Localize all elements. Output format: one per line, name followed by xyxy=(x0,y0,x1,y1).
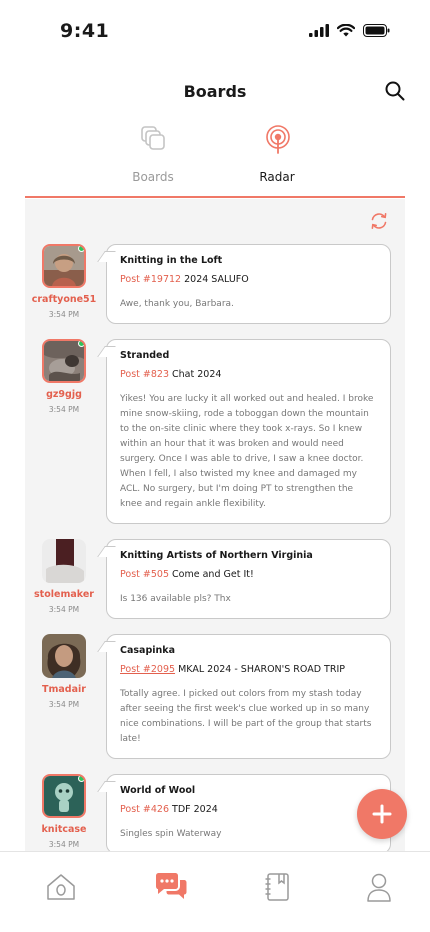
profile-icon xyxy=(367,873,391,902)
refresh-button[interactable] xyxy=(369,211,389,231)
timestamp: 3:54 PM xyxy=(48,405,80,414)
nav-messages[interactable] xyxy=(154,870,188,904)
avatar-photo xyxy=(44,246,84,286)
timestamp: 3:54 PM xyxy=(48,310,80,319)
avatar[interactable] xyxy=(42,339,86,383)
author[interactable]: knitcase 3:54 PM xyxy=(25,774,103,849)
tab-radar[interactable]: Radar xyxy=(217,120,337,194)
post-bubble[interactable]: World of Wool Post #426 TDF 2024 Singles… xyxy=(106,774,391,851)
username[interactable]: knitcase xyxy=(25,824,103,835)
username[interactable]: gz9gjg xyxy=(25,389,103,400)
status-icons xyxy=(309,24,390,37)
post-line: Post #426 TDF 2024 xyxy=(120,804,377,815)
avatar-photo xyxy=(44,341,84,381)
post-bubble[interactable]: Knitting Artists of Northern Virginia Po… xyxy=(106,539,391,619)
avatar[interactable] xyxy=(42,774,86,818)
online-indicator xyxy=(78,341,84,347)
post-title: 2024 SALUFO xyxy=(184,274,249,285)
author[interactable]: craftyone51 3:54 PM xyxy=(25,244,103,319)
nav-profile[interactable] xyxy=(362,870,396,904)
tab-boards[interactable]: Boards xyxy=(93,120,213,194)
online-indicator xyxy=(78,776,84,782)
board-name[interactable]: Stranded xyxy=(120,350,377,361)
post-number[interactable]: Post #426 xyxy=(120,804,169,815)
avatar[interactable] xyxy=(42,539,86,583)
add-post-button[interactable] xyxy=(357,789,407,839)
page-title: Boards xyxy=(183,82,247,101)
post-line: Post #823 Chat 2024 xyxy=(120,369,377,380)
post-bubble[interactable]: Casapinka Post #2095 MKAL 2024 - SHARON'… xyxy=(106,634,391,759)
nav-home[interactable] xyxy=(44,870,78,904)
plus-icon xyxy=(372,804,392,824)
stacked-squares-icon xyxy=(141,126,165,150)
notebook-icon xyxy=(265,873,289,901)
board-name[interactable]: World of Wool xyxy=(120,785,377,796)
status-time: 9:41 xyxy=(60,20,110,42)
online-indicator xyxy=(78,246,84,252)
author[interactable]: Tmadair 3:54 PM xyxy=(25,634,103,709)
timestamp: 3:54 PM xyxy=(48,840,80,849)
search-icon xyxy=(385,81,405,101)
bottom-nav xyxy=(0,851,430,932)
avatar-photo xyxy=(44,776,84,816)
radar-feed[interactable]: craftyone51 3:54 PM Knitting in the Loft… xyxy=(25,199,405,851)
post-number[interactable]: Post #19712 xyxy=(120,274,181,285)
author[interactable]: gz9gjg 3:54 PM xyxy=(25,339,103,414)
refresh-icon xyxy=(371,213,387,229)
screen: 9:41 Boards Boards Radar craftyone51 3:5… xyxy=(0,0,430,932)
post-title: TDF 2024 xyxy=(172,804,218,815)
wifi-icon xyxy=(337,24,355,37)
post-line: Post #19712 2024 SALUFO xyxy=(120,274,377,285)
avatar[interactable] xyxy=(42,634,86,678)
battery-icon xyxy=(363,24,390,37)
board-name[interactable]: Knitting Artists of Northern Virginia xyxy=(120,550,377,561)
header: Boards xyxy=(0,70,430,114)
search-button[interactable] xyxy=(384,80,408,104)
post-title: MKAL 2024 - SHARON'S ROAD TRIP xyxy=(178,664,345,675)
board-name[interactable]: Knitting in the Loft xyxy=(120,255,377,266)
post-number[interactable]: Post #2095 xyxy=(120,664,175,675)
post-number[interactable]: Post #823 xyxy=(120,369,169,380)
post-bubble[interactable]: Stranded Post #823 Chat 2024 Yikes! You … xyxy=(106,339,391,524)
post-line: Post #505 Come and Get It! xyxy=(120,569,377,580)
avatar-photo xyxy=(42,539,86,583)
chat-icon xyxy=(156,873,187,899)
radar-icon xyxy=(266,125,290,154)
post-title: Chat 2024 xyxy=(172,369,222,380)
post-bubble[interactable]: Knitting in the Loft Post #19712 2024 SA… xyxy=(106,244,391,324)
avatar[interactable] xyxy=(42,244,86,288)
home-icon xyxy=(47,874,75,900)
timestamp: 3:54 PM xyxy=(48,700,80,709)
username[interactable]: Tmadair xyxy=(25,684,103,695)
status-bar: 9:41 xyxy=(0,0,430,60)
avatar-photo xyxy=(42,634,86,678)
username[interactable]: stolemaker xyxy=(25,589,103,600)
post-body: Is 136 available pls? Thx xyxy=(120,594,231,604)
tab-radar-label: Radar xyxy=(259,170,295,184)
post-body: Yikes! You are lucky it all worked out a… xyxy=(120,394,374,509)
post-body: Totally agree. I picked out colors from … xyxy=(120,689,372,744)
post-line: Post #2095 MKAL 2024 - SHARON'S ROAD TRI… xyxy=(120,664,377,675)
post-number[interactable]: Post #505 xyxy=(120,569,169,580)
post-title: Come and Get It! xyxy=(172,569,254,580)
cellular-signal-icon xyxy=(309,24,329,37)
board-name[interactable]: Casapinka xyxy=(120,645,377,656)
timestamp: 3:54 PM xyxy=(48,605,80,614)
tab-bar: Boards Radar xyxy=(25,120,405,198)
author[interactable]: stolemaker 3:54 PM xyxy=(25,539,103,614)
tab-boards-label: Boards xyxy=(132,170,174,184)
username[interactable]: craftyone51 xyxy=(25,294,103,305)
nav-notebook[interactable] xyxy=(261,870,295,904)
post-body: Awe, thank you, Barbara. xyxy=(120,299,234,309)
post-body: Singles spin Waterway xyxy=(120,829,222,839)
